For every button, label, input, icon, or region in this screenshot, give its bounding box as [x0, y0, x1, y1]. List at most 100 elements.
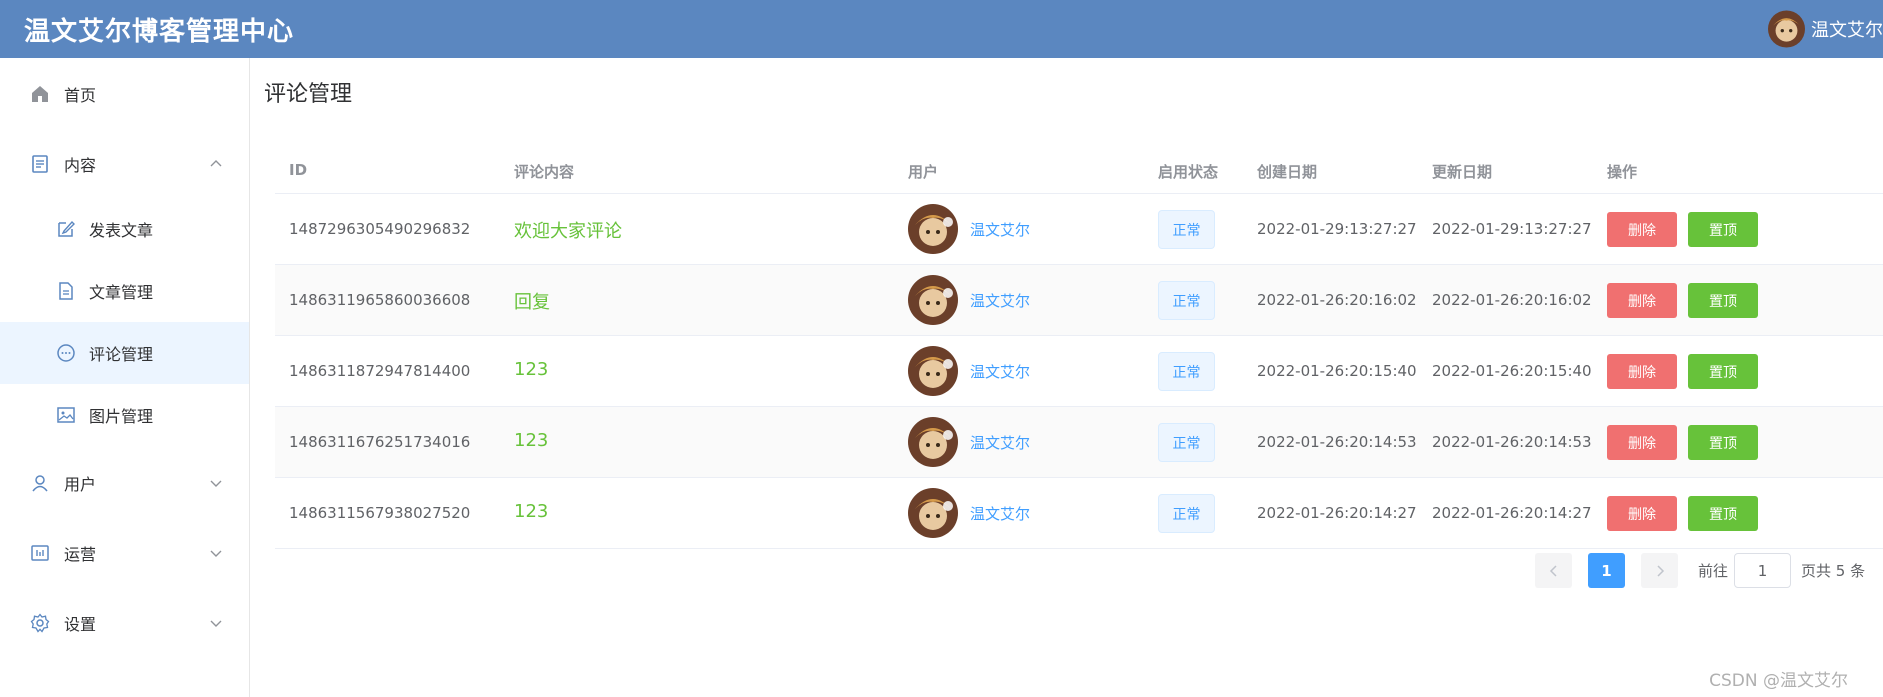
created-date: 2022-01-29:13:27:27 [1257, 220, 1417, 238]
user-icon [29, 472, 51, 494]
row-actions: 删除 置顶 [1607, 425, 1758, 460]
pin-button[interactable]: 置顶 [1688, 212, 1758, 247]
page-title: 评论管理 [264, 82, 353, 107]
comment-username[interactable]: 温文艾尔 [970, 503, 1030, 524]
delete-button[interactable]: 删除 [1607, 425, 1677, 460]
status-badge: 正常 [1158, 494, 1215, 533]
updated-date: 2022-01-26:20:14:53 [1432, 433, 1592, 451]
table-row: 1486311872947814400 123 温文艾尔 正常 2022-01-… [275, 336, 1883, 407]
page-jumper: 前往 [1698, 553, 1797, 588]
next-page-button[interactable] [1641, 553, 1678, 588]
comment-content: 123 [514, 430, 549, 451]
status-cell: 正常 [1158, 494, 1215, 533]
comment-username[interactable]: 温文艾尔 [970, 219, 1030, 240]
comment-content: 回复 [514, 292, 550, 313]
created-date: 2022-01-26:20:16:02 [1257, 291, 1417, 309]
comment-icon [55, 342, 77, 364]
status-cell: 正常 [1158, 281, 1215, 320]
comment-username[interactable]: 温文艾尔 [970, 290, 1030, 311]
column-header-user: 用户 [908, 163, 939, 181]
chevron-down-icon [210, 480, 222, 487]
comment-content: 123 [514, 501, 549, 522]
page-number-current[interactable]: 1 [1588, 553, 1625, 588]
sidebar-item-label: 发表文章 [89, 221, 154, 240]
sidebar-item-comment-management[interactable]: 评论管理 [0, 322, 249, 384]
status-cell: 正常 [1158, 210, 1215, 249]
delete-button[interactable]: 删除 [1607, 496, 1677, 531]
comment-username[interactable]: 温文艾尔 [970, 432, 1030, 453]
pin-button[interactable]: 置顶 [1688, 496, 1758, 531]
sidebar-item-home[interactable]: 首页 [0, 63, 249, 125]
status-badge: 正常 [1158, 423, 1215, 462]
updated-date: 2022-01-26:20:14:27 [1432, 504, 1592, 522]
user-avatar [908, 417, 958, 467]
sidebar-item-settings[interactable]: 设置 [0, 592, 249, 654]
pagination: 1 前往 页共 5 条 [1535, 553, 1865, 588]
brand-title: 温文艾尔博客管理中心 [24, 16, 295, 47]
created-date: 2022-01-26:20:14:27 [1257, 504, 1417, 522]
sidebar-item-publish-article[interactable]: 发表文章 [0, 198, 249, 260]
edit-icon [55, 218, 77, 240]
table-body: 1487296305490296832 欢迎大家评论 温文艾尔 正常 2022-… [275, 194, 1883, 549]
status-badge: 正常 [1158, 210, 1215, 249]
sidebar-item-operation[interactable]: 运营 [0, 522, 249, 584]
file-icon [55, 280, 77, 302]
sidebar-item-article-management[interactable]: 文章管理 [0, 260, 249, 322]
goto-page-input[interactable] [1734, 553, 1792, 588]
comment-username[interactable]: 温文艾尔 [970, 361, 1030, 382]
row-actions: 删除 置顶 [1607, 212, 1758, 247]
table-row: 1486311676251734016 123 温文艾尔 正常 2022-01-… [275, 407, 1883, 478]
home-icon [29, 83, 51, 105]
comment-content: 欢迎大家评论 [514, 221, 622, 242]
table-row: 1487296305490296832 欢迎大家评论 温文艾尔 正常 2022-… [275, 194, 1883, 265]
comment-id: 1486311676251734016 [289, 433, 471, 451]
sidebar-item-user[interactable]: 用户 [0, 452, 249, 514]
delete-button[interactable]: 删除 [1607, 283, 1677, 318]
user-avatar [908, 275, 958, 325]
delete-button[interactable]: 删除 [1607, 212, 1677, 247]
status-badge: 正常 [1158, 281, 1215, 320]
pin-button[interactable]: 置顶 [1688, 283, 1758, 318]
header-user[interactable]: 温文艾尔 [1768, 5, 1883, 53]
sidebar-item-label: 内容 [64, 156, 97, 175]
created-date: 2022-01-26:20:15:40 [1257, 362, 1417, 380]
comment-id: 1486311567938027520 [289, 504, 471, 522]
column-header-id: ID [289, 161, 308, 179]
status-cell: 正常 [1158, 352, 1215, 391]
sidebar-item-content[interactable]: 内容 [0, 133, 249, 195]
sidebar-item-label: 运营 [64, 545, 97, 564]
operation-icon [29, 542, 51, 564]
column-header-actions: 操作 [1607, 163, 1638, 181]
row-actions: 删除 置顶 [1607, 354, 1758, 389]
sidebar-item-label: 图片管理 [89, 407, 154, 426]
chevron-right-icon [1656, 564, 1664, 577]
chevron-left-icon [1549, 564, 1557, 577]
updated-date: 2022-01-29:13:27:27 [1432, 220, 1592, 238]
sidebar-item-picture-management[interactable]: 图片管理 [0, 384, 249, 446]
table-row: 1486311965860036608 回复 温文艾尔 正常 2022-01-2… [275, 265, 1883, 336]
prev-page-button[interactable] [1535, 553, 1572, 588]
row-actions: 删除 置顶 [1607, 496, 1758, 531]
delete-button[interactable]: 删除 [1607, 354, 1677, 389]
user-avatar [908, 488, 958, 538]
header-username[interactable]: 温文艾尔 [1811, 16, 1883, 42]
column-header-content: 评论内容 [514, 163, 575, 181]
pin-button[interactable]: 置顶 [1688, 425, 1758, 460]
table-header: ID 评论内容 用户 启用状态 创建日期 更新日期 操作 [275, 144, 1883, 194]
updated-date: 2022-01-26:20:16:02 [1432, 291, 1592, 309]
comment-content: 123 [514, 359, 549, 380]
status-cell: 正常 [1158, 423, 1215, 462]
comment-user: 温文艾尔 [908, 346, 1030, 396]
chevron-down-icon [210, 620, 222, 627]
column-header-status: 启用状态 [1158, 163, 1219, 181]
total-count: 页共 5 条 [1801, 562, 1866, 580]
comment-id: 1486311965860036608 [289, 291, 471, 309]
top-header: 温文艾尔博客管理中心 温文艾尔 [0, 0, 1883, 58]
user-avatar[interactable] [1768, 7, 1805, 51]
gear-icon [29, 612, 51, 634]
comment-user: 温文艾尔 [908, 488, 1030, 538]
picture-icon [55, 404, 77, 426]
user-avatar [908, 204, 958, 254]
comment-user: 温文艾尔 [908, 417, 1030, 467]
pin-button[interactable]: 置顶 [1688, 354, 1758, 389]
